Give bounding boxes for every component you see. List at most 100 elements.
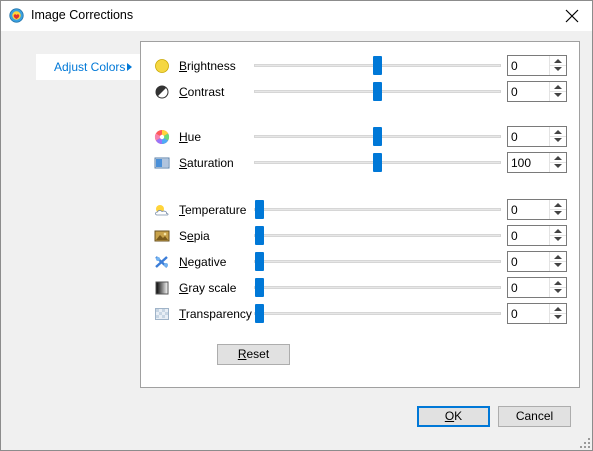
spinner-buttons: [549, 82, 566, 101]
resize-grip-icon[interactable]: [580, 438, 590, 448]
spinner-divider: [550, 136, 566, 137]
adjust-row-negative: Negative 0: [0, 251, 593, 273]
sepia-value-spinner[interactable]: 0: [507, 225, 567, 246]
app-icon: [9, 8, 24, 23]
gray-scale-value[interactable]: 0: [511, 281, 518, 295]
adjust-row-temperature: Temperature 0: [0, 199, 593, 221]
transparency-slider-thumb[interactable]: [255, 304, 264, 323]
spinner-divider: [550, 209, 566, 210]
saturation-value[interactable]: 100: [511, 156, 531, 170]
adjust-row-saturation: Saturation 100: [0, 152, 593, 174]
adjust-row-contrast: Contrast 0: [0, 81, 593, 103]
adjust-row-brightness: Brightness 0: [0, 55, 593, 77]
negative-slider-thumb[interactable]: [255, 252, 264, 271]
brightness-slider-thumb[interactable]: [373, 56, 382, 75]
saturation-slider-thumb[interactable]: [373, 153, 382, 172]
spin-down-icon[interactable]: [554, 164, 562, 168]
cancel-label: Cancel: [515, 409, 554, 423]
spinner-buttons: [549, 304, 566, 323]
brightness-value[interactable]: 0: [511, 59, 518, 73]
spinner-divider: [550, 287, 566, 288]
hue-slider-thumb[interactable]: [373, 127, 382, 146]
spin-down-icon[interactable]: [554, 138, 562, 142]
spin-down-icon[interactable]: [554, 237, 562, 241]
spin-up-icon[interactable]: [554, 203, 562, 207]
cancel-button[interactable]: Cancel: [498, 406, 571, 427]
negative-label: Negative: [179, 255, 227, 269]
temperature-value-spinner[interactable]: 0: [507, 199, 567, 220]
spinner-buttons: [549, 56, 566, 75]
sepia-value[interactable]: 0: [511, 229, 518, 243]
sepia-label: Sepia: [179, 229, 210, 243]
spinner-buttons: [549, 153, 566, 172]
adjust-row-transparency: Transparency 0: [0, 303, 593, 325]
reset-label-rest: eset: [246, 347, 270, 361]
spin-up-icon[interactable]: [554, 130, 562, 134]
negative-value[interactable]: 0: [511, 255, 518, 269]
temperature-value[interactable]: 0: [511, 203, 518, 217]
temperature-slider-track[interactable]: [254, 208, 501, 211]
negative-icon: [154, 254, 170, 270]
spinner-buttons: [549, 252, 566, 271]
brightness-icon: [154, 58, 170, 74]
spin-up-icon[interactable]: [554, 229, 562, 233]
temperature-slider-thumb[interactable]: [255, 200, 264, 219]
brightness-label: Brightness: [179, 59, 236, 73]
spinner-divider: [550, 162, 566, 163]
sepia-slider-thumb[interactable]: [255, 226, 264, 245]
negative-slider-track[interactable]: [254, 260, 501, 263]
spin-down-icon[interactable]: [554, 211, 562, 215]
sepia-icon: [154, 228, 170, 244]
ok-button[interactable]: OK: [417, 406, 490, 427]
saturation-value-spinner[interactable]: 100: [507, 152, 567, 173]
spin-up-icon[interactable]: [554, 156, 562, 160]
ok-label-rest: K: [454, 409, 463, 423]
gray-scale-value-spinner[interactable]: 0: [507, 277, 567, 298]
spinner-buttons: [549, 127, 566, 146]
spin-up-icon[interactable]: [554, 85, 562, 89]
spinner-divider: [550, 261, 566, 262]
title-bar: Image Corrections: [0, 0, 593, 31]
contrast-icon: [154, 84, 170, 100]
hue-icon: [154, 129, 170, 145]
spin-down-icon[interactable]: [554, 289, 562, 293]
brightness-value-spinner[interactable]: 0: [507, 55, 567, 76]
spin-down-icon[interactable]: [554, 67, 562, 71]
spinner-divider: [550, 91, 566, 92]
spinner-divider: [550, 65, 566, 66]
ok-accel: O: [444, 409, 455, 423]
transparency-value-spinner[interactable]: 0: [507, 303, 567, 324]
adjust-row-hue: Hue 0: [0, 126, 593, 148]
spin-up-icon[interactable]: [554, 255, 562, 259]
spin-up-icon[interactable]: [554, 281, 562, 285]
spinner-divider: [550, 313, 566, 314]
contrast-value[interactable]: 0: [511, 85, 518, 99]
contrast-value-spinner[interactable]: 0: [507, 81, 567, 102]
hue-value-spinner[interactable]: 0: [507, 126, 567, 147]
hue-value[interactable]: 0: [511, 130, 518, 144]
spinner-divider: [550, 235, 566, 236]
close-button[interactable]: [561, 5, 583, 27]
sepia-slider-track[interactable]: [254, 234, 501, 237]
contrast-slider-thumb[interactable]: [373, 82, 382, 101]
spin-down-icon[interactable]: [554, 315, 562, 319]
saturation-icon: [154, 155, 170, 171]
close-icon: [565, 9, 579, 23]
spin-down-icon[interactable]: [554, 263, 562, 267]
transparency-value[interactable]: 0: [511, 307, 518, 321]
reset-button[interactable]: Reset: [217, 344, 290, 365]
gray-scale-icon: [154, 280, 170, 296]
spin-up-icon[interactable]: [554, 307, 562, 311]
contrast-label: Contrast: [179, 85, 225, 99]
spin-down-icon[interactable]: [554, 93, 562, 97]
temperature-icon: [154, 202, 170, 218]
gray-scale-slider-thumb[interactable]: [255, 278, 264, 297]
gray-scale-label: Gray scale: [179, 281, 237, 295]
window-title: Image Corrections: [31, 8, 134, 22]
spin-up-icon[interactable]: [554, 59, 562, 63]
transparency-slider-track[interactable]: [254, 312, 501, 315]
spinner-buttons: [549, 278, 566, 297]
gray-scale-slider-track[interactable]: [254, 286, 501, 289]
negative-value-spinner[interactable]: 0: [507, 251, 567, 272]
hue-label: Hue: [179, 130, 202, 144]
